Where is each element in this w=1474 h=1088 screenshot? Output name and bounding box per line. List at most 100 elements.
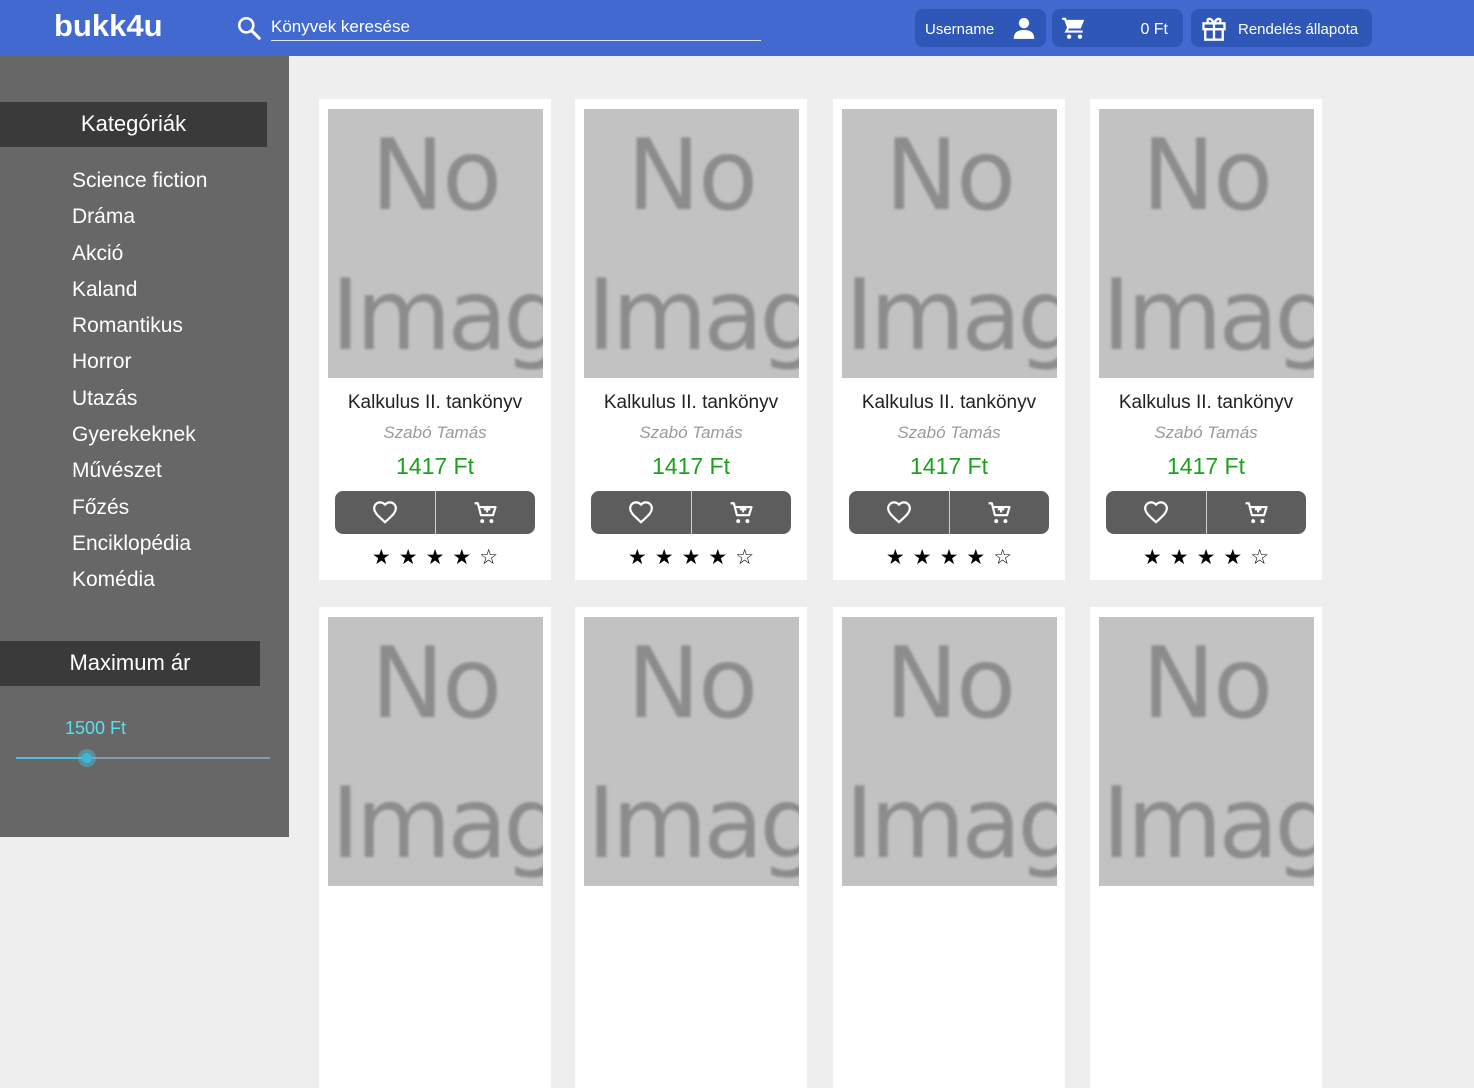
star-empty-icon[interactable]: ☆ — [479, 545, 506, 569]
add-to-favorites-button[interactable] — [1106, 491, 1206, 534]
book-price: 1417 Ft — [396, 453, 474, 479]
search-icon[interactable] — [236, 15, 262, 41]
book-author: Szabó Tamás — [1154, 423, 1258, 442]
book-card[interactable]: No Image — [319, 607, 551, 1088]
star-empty-icon[interactable]: ☆ — [1250, 545, 1277, 569]
book-title[interactable]: Kalkulus II. tankönyv — [1090, 392, 1322, 414]
star-filled-icon[interactable]: ★ — [1143, 545, 1170, 569]
heart-icon — [373, 501, 397, 524]
cart-add-icon — [1245, 502, 1268, 524]
book-cover-placeholder[interactable]: No Image — [842, 617, 1057, 886]
book-price: 1417 Ft — [652, 453, 730, 479]
star-empty-icon[interactable]: ☆ — [993, 545, 1020, 569]
category-item[interactable]: Komédia — [72, 568, 207, 604]
star-rating: ★★★★☆ — [1090, 545, 1322, 569]
book-actions — [591, 491, 791, 534]
book-card[interactable]: No Image — [1090, 607, 1322, 1088]
book-card[interactable]: No Image Kalkulus II. tankönyv Szabó Tamás 1… — [575, 99, 807, 580]
book-title[interactable]: Kalkulus II. tankönyv — [319, 392, 551, 414]
book-actions — [849, 491, 1049, 534]
star-filled-icon[interactable]: ★ — [708, 545, 735, 569]
book-title[interactable]: Kalkulus II. tankönyv — [575, 392, 807, 414]
user-account-button[interactable]: Username — [915, 9, 1046, 47]
book-cover-placeholder[interactable]: No Image — [328, 109, 543, 378]
order-status-label: Rendelés állapota — [1238, 21, 1359, 38]
add-to-cart-button[interactable] — [436, 491, 536, 534]
search-input[interactable] — [271, 14, 761, 41]
book-cover-placeholder[interactable]: No Image — [1099, 617, 1314, 886]
category-item[interactable]: Gyerekeknek — [72, 423, 207, 459]
book-actions — [1106, 491, 1306, 534]
add-to-favorites-button[interactable] — [335, 491, 435, 534]
cart-icon — [1062, 17, 1085, 39]
book-price: 1417 Ft — [1167, 453, 1245, 479]
star-filled-icon[interactable]: ★ — [913, 545, 940, 569]
star-filled-icon[interactable]: ★ — [682, 545, 709, 569]
add-to-cart-button[interactable] — [692, 491, 792, 534]
heart-icon — [887, 501, 911, 524]
star-empty-icon[interactable]: ☆ — [735, 545, 762, 569]
book-title[interactable]: Kalkulus II. tankönyv — [833, 392, 1065, 414]
book-card[interactable]: No Image — [833, 607, 1065, 1088]
no-image-text-line2: Image — [587, 767, 799, 881]
book-card[interactable]: No Image Kalkulus II. tankönyv Szabó Tamás 1… — [1090, 99, 1322, 580]
book-cover-placeholder[interactable]: No Image — [1099, 109, 1314, 378]
order-status-button[interactable]: Rendelés állapota — [1191, 9, 1372, 47]
star-filled-icon[interactable]: ★ — [1223, 545, 1250, 569]
no-image-text-line2: Image — [845, 259, 1057, 373]
cart-add-icon — [730, 502, 753, 524]
user-icon — [1013, 17, 1035, 39]
add-to-cart-button[interactable] — [950, 491, 1050, 534]
category-item[interactable]: Romantikus — [72, 314, 207, 350]
add-to-favorites-button[interactable] — [591, 491, 691, 534]
star-filled-icon[interactable]: ★ — [372, 545, 399, 569]
max-price-slider[interactable] — [16, 749, 270, 767]
category-item[interactable]: Horror — [72, 350, 207, 386]
category-item[interactable]: Dráma — [72, 205, 207, 241]
book-cover-placeholder[interactable]: No Image — [842, 109, 1057, 378]
heart-icon — [629, 501, 653, 524]
book-cover-placeholder[interactable]: No Image — [584, 109, 799, 378]
add-to-cart-button[interactable] — [1207, 491, 1307, 534]
star-filled-icon[interactable]: ★ — [426, 545, 453, 569]
sidebar: Kategóriák Science fiction Dráma Akció Kala… — [0, 56, 289, 837]
star-filled-icon[interactable]: ★ — [452, 545, 479, 569]
star-filled-icon[interactable]: ★ — [628, 545, 655, 569]
no-image-text-line2: Image — [1102, 259, 1314, 373]
book-card[interactable]: No Image — [575, 607, 807, 1088]
no-image-text-line2: Image — [845, 767, 1057, 881]
book-cover-placeholder[interactable]: No Image — [328, 617, 543, 886]
book-price: 1417 Ft — [910, 453, 988, 479]
book-cover-placeholder[interactable]: No Image — [584, 617, 799, 886]
site-logo[interactable]: bukk4u — [54, 8, 163, 44]
no-image-text-line1: No — [884, 119, 1016, 233]
book-card[interactable]: No Image Kalkulus II. tankönyv Szabó Tamás 1… — [833, 99, 1065, 580]
category-list: Science fiction Dráma Akció Kaland Romantiku… — [72, 169, 207, 605]
cart-add-icon — [474, 502, 497, 524]
category-item[interactable]: Főzés — [72, 496, 207, 532]
gift-icon — [1202, 17, 1226, 41]
book-card[interactable]: No Image Kalkulus II. tankönyv Szabó Tamás 1… — [319, 99, 551, 580]
no-image-text-line2: Image — [331, 259, 543, 373]
category-item[interactable]: Science fiction — [72, 169, 207, 205]
cart-button[interactable]: 0 Ft — [1052, 9, 1183, 47]
username-label: Username — [925, 21, 995, 38]
category-item[interactable]: Művészet — [72, 459, 207, 495]
star-rating: ★★★★☆ — [319, 545, 551, 569]
star-filled-icon[interactable]: ★ — [886, 545, 913, 569]
category-item[interactable]: Akció — [72, 242, 207, 278]
no-image-text-line1: No — [1141, 627, 1273, 741]
category-item[interactable]: Enciklopédia — [72, 532, 207, 568]
star-filled-icon[interactable]: ★ — [655, 545, 682, 569]
star-filled-icon[interactable]: ★ — [1170, 545, 1197, 569]
star-filled-icon[interactable]: ★ — [399, 545, 426, 569]
star-filled-icon[interactable]: ★ — [940, 545, 967, 569]
no-image-text-line1: No — [1141, 119, 1273, 233]
star-filled-icon[interactable]: ★ — [1197, 545, 1224, 569]
max-price-value: 1500 Ft — [65, 718, 127, 738]
add-to-favorites-button[interactable] — [849, 491, 949, 534]
star-filled-icon[interactable]: ★ — [966, 545, 993, 569]
category-item[interactable]: Utazás — [72, 387, 207, 423]
max-price-heading: Maximum ár — [0, 641, 260, 686]
category-item[interactable]: Kaland — [72, 278, 207, 314]
